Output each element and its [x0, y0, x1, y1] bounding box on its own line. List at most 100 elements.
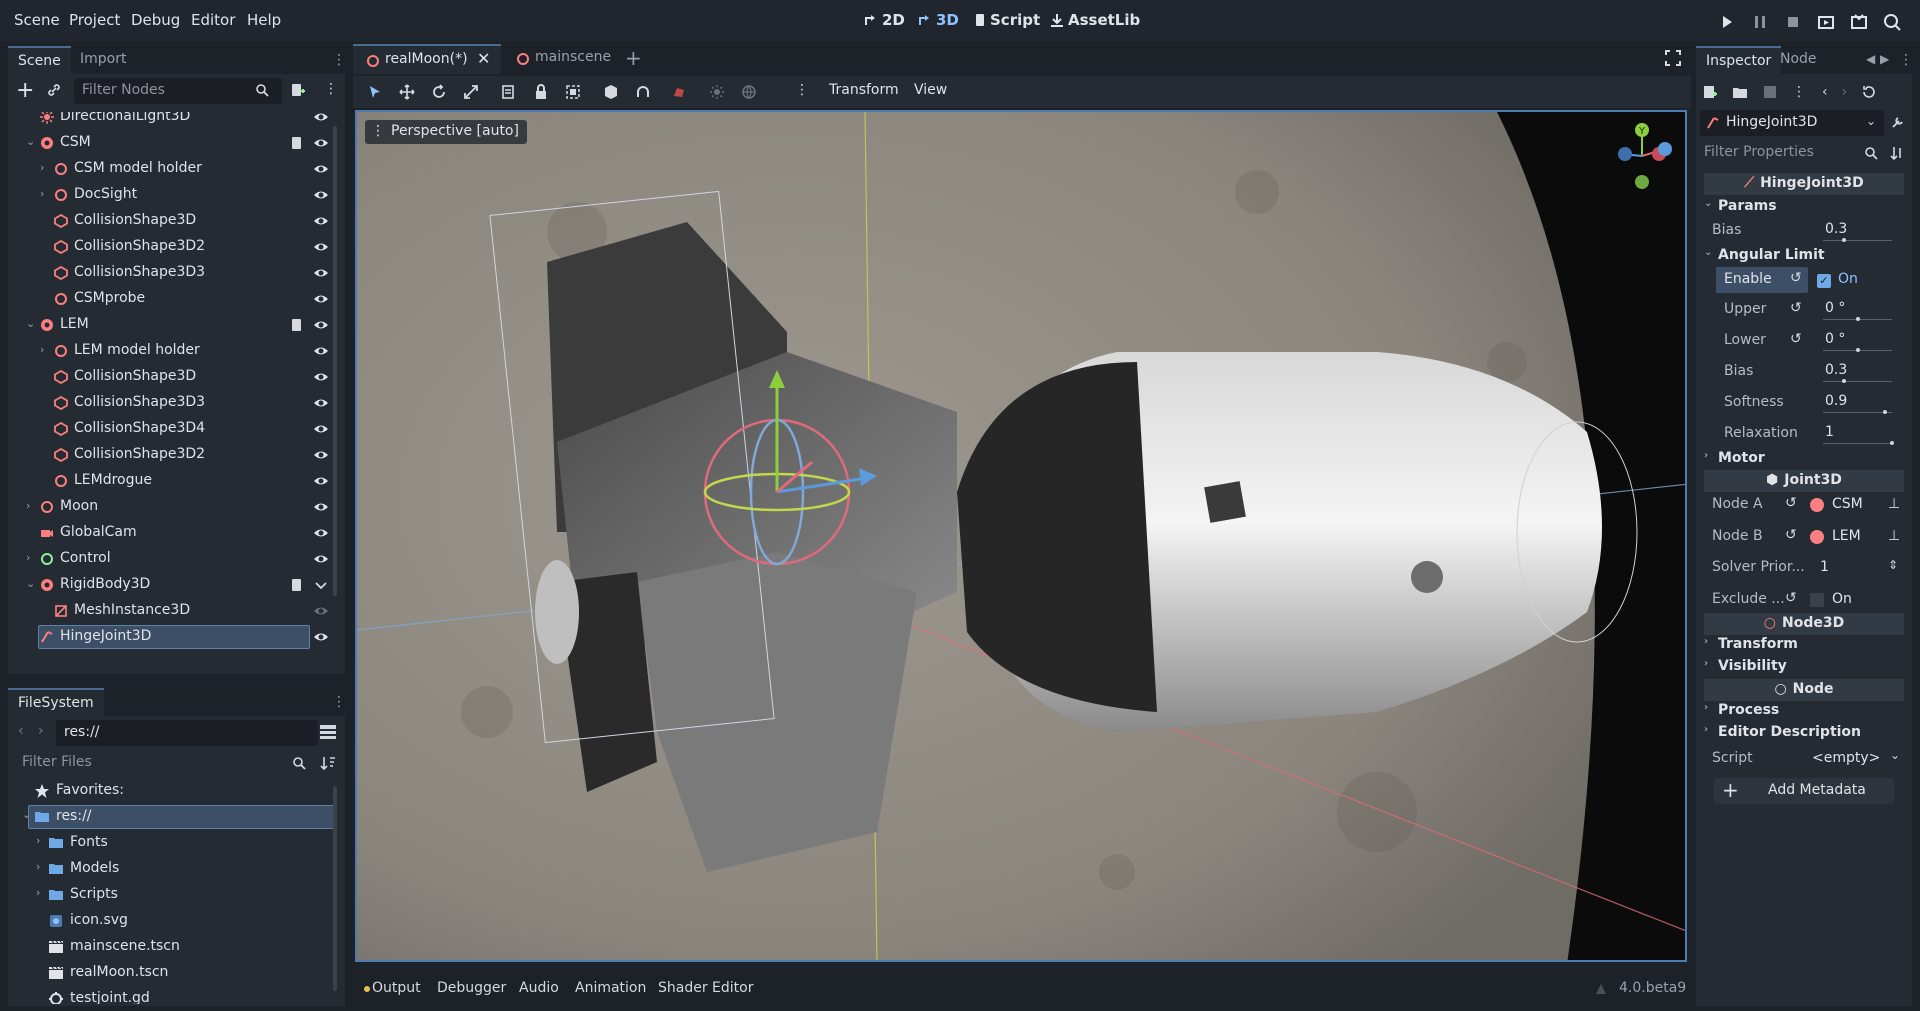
resource-menu-icon[interactable]: ⋮ [1792, 84, 1806, 100]
scene-tree-item[interactable]: › DocSight [8, 182, 338, 208]
scene-tree-item[interactable]: LEMdrogue [8, 468, 338, 494]
visibility-eye-icon[interactable] [313, 187, 329, 203]
object-properties-icon[interactable] [1890, 114, 1906, 130]
new-resource-icon[interactable] [1702, 84, 1718, 100]
checkbox-unchecked-icon[interactable] [1810, 593, 1824, 607]
file-item[interactable]: testjoint.gd [8, 986, 338, 1004]
chevron-right-icon[interactable]: › [36, 834, 40, 847]
sun-icon[interactable] [709, 84, 725, 100]
snap-icon[interactable] [635, 84, 651, 100]
visibility-eye-icon[interactable] [313, 265, 329, 281]
scale-tool-icon[interactable] [463, 84, 479, 100]
axis-orientation-gizmo[interactable]: Y [1607, 120, 1677, 192]
play-icon[interactable] [1717, 12, 1737, 32]
visibility-eye-icon[interactable] [313, 499, 329, 515]
lock-icon[interactable] [533, 84, 549, 100]
chevron-down-icon[interactable]: ⌄ [26, 577, 36, 590]
slider-handle[interactable] [1883, 410, 1888, 414]
chevron-down-icon[interactable] [313, 577, 329, 593]
scene-tree-item[interactable]: CollisionShape3D4 [8, 416, 338, 442]
tab-mainscene[interactable]: mainscene [503, 44, 623, 74]
scene-tree-item[interactable]: › CSM model holder [8, 156, 338, 182]
dock-left-icon[interactable]: ◀ [1866, 52, 1875, 66]
open-folder-icon[interactable] [1732, 84, 1748, 100]
bottom-tab-debugger[interactable]: Debugger [437, 980, 506, 996]
spinbox-arrows-icon[interactable]: ⇕ [1888, 558, 1898, 572]
physics-icon[interactable] [671, 84, 687, 100]
tab-import[interactable]: Import [70, 46, 136, 74]
visibility-eye-icon[interactable] [313, 525, 329, 541]
revert-icon[interactable]: ↺ [1790, 300, 1802, 316]
revert-icon[interactable]: ↺ [1785, 495, 1797, 511]
bottom-tab-output[interactable]: Output [372, 980, 421, 996]
script-icon[interactable] [290, 578, 304, 592]
file-item[interactable]: mainscene.tscn [8, 934, 338, 960]
workspace-assetlib-button[interactable]: AssetLib [1050, 11, 1140, 29]
tab-inspector[interactable]: Inspector [1696, 46, 1782, 74]
file-item[interactable]: realMoon.tscn [8, 960, 338, 986]
visibility-eye-icon[interactable] [313, 603, 329, 619]
scene-tree-item[interactable]: MeshInstance3D [8, 598, 338, 624]
scene-tree-item[interactable]: HingeJoint3D [8, 624, 338, 650]
section-process[interactable]: › Process [1700, 701, 1908, 723]
visibility-eye-icon[interactable] [313, 421, 329, 437]
chevron-down-icon[interactable]: ⌄ [1890, 748, 1900, 762]
scene-options-icon[interactable]: ⋮ [324, 81, 338, 97]
section-motor[interactable]: › Motor [1700, 449, 1908, 471]
visibility-eye-icon[interactable] [313, 291, 329, 307]
forward-icon[interactable]: › [38, 723, 44, 739]
prop-value[interactable]: 1 [1820, 559, 1829, 575]
chevron-right-icon[interactable]: › [40, 161, 50, 174]
bias-slider-field[interactable]: 0.3 [1815, 219, 1900, 243]
scene-tree-item[interactable]: ⌄ LEM [8, 312, 338, 338]
chevron-right-icon[interactable]: › [26, 499, 36, 512]
angular-bias-slider-field[interactable]: 0.3 [1815, 360, 1900, 384]
lower-slider-field[interactable]: 0 ° [1815, 329, 1900, 353]
inspector-menu-icon[interactable]: ⋮ [1899, 52, 1913, 68]
scene-tree-item[interactable]: DirectionalLight3D [8, 112, 338, 130]
visibility-eye-icon[interactable] [313, 369, 329, 385]
visibility-eye-icon[interactable] [313, 395, 329, 411]
menu-help[interactable]: Help [247, 11, 281, 29]
visibility-eye-icon[interactable] [313, 447, 329, 463]
visibility-eye-icon[interactable] [313, 473, 329, 489]
add-metadata-button[interactable]: + Add Metadata [1714, 778, 1894, 804]
view-menu[interactable]: View [914, 82, 947, 98]
prop-value[interactable]: LEM [1832, 528, 1861, 544]
history-forward-icon[interactable]: › [1842, 84, 1848, 100]
fs-menu-icon[interactable]: ⋮ [332, 694, 346, 710]
local-space-icon[interactable] [603, 84, 619, 100]
scene-tree-item[interactable]: GlobalCam [8, 520, 338, 546]
file-tree-scrollbar[interactable] [333, 786, 337, 991]
prop-value[interactable]: CSM [1832, 496, 1863, 512]
history-icon[interactable] [1861, 84, 1877, 100]
visibility-eye-icon[interactable] [313, 213, 329, 229]
filter-files-input[interactable]: Filter Files [14, 750, 312, 776]
list-select-icon[interactable] [501, 84, 517, 100]
revert-icon[interactable]: ↺ [1790, 331, 1802, 347]
rotate-tool-icon[interactable] [431, 84, 447, 100]
slider-handle[interactable] [1855, 348, 1860, 352]
script-icon[interactable] [290, 136, 304, 150]
menu-editor[interactable]: Editor [191, 11, 235, 29]
split-mode-icon[interactable] [320, 725, 336, 739]
softness-slider-field[interactable]: 0.9 [1815, 391, 1900, 415]
play-custom-scene-icon[interactable] [1849, 12, 1869, 32]
distraction-free-icon[interactable] [1665, 50, 1681, 66]
movie-maker-icon[interactable] [1882, 12, 1902, 32]
more-options-icon[interactable]: ⋮ [795, 82, 809, 98]
file-item[interactable]: › Scripts [8, 882, 338, 908]
perspective-menu[interactable]: ⋮ Perspective [auto] [365, 120, 527, 144]
close-tab-icon[interactable]: ✕ [477, 49, 490, 68]
visibility-eye-icon[interactable] [313, 629, 329, 645]
slider-handle[interactable] [1841, 379, 1846, 383]
slider-handle[interactable] [1841, 238, 1846, 242]
relaxation-slider-field[interactable]: 1 [1815, 422, 1900, 446]
sort-icon[interactable] [320, 756, 336, 770]
chevron-right-icon[interactable]: › [40, 343, 50, 356]
node-path-picker-icon[interactable]: ⊥ [1888, 528, 1900, 544]
select-tool-icon[interactable] [367, 84, 383, 100]
script-icon[interactable] [290, 318, 304, 332]
chevron-right-icon[interactable]: › [40, 187, 50, 200]
chevron-right-icon[interactable]: › [36, 886, 40, 899]
